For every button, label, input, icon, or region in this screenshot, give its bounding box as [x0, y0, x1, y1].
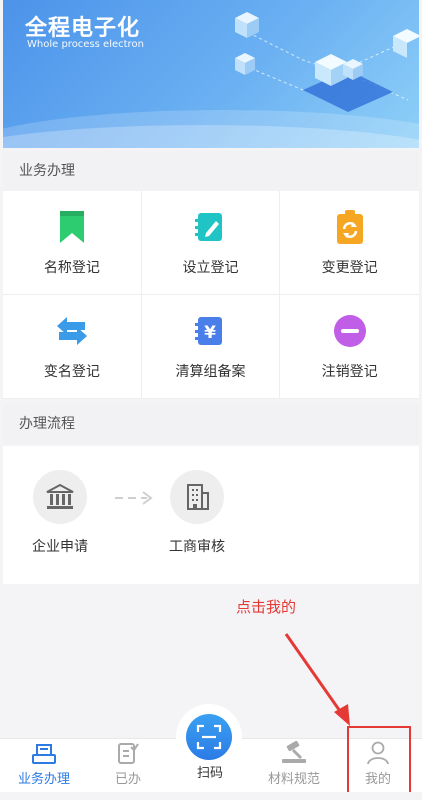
scan-button[interactable]	[176, 704, 242, 770]
notebook-edit-icon	[192, 209, 228, 245]
tab-done[interactable]: 已办	[88, 739, 168, 793]
service-liquidation-filing[interactable]: ¥ 清算组备案	[141, 295, 281, 399]
banner-subtitle: Whole process electron	[27, 39, 144, 50]
section-header-business: 业务办理	[3, 151, 419, 191]
service-grid: 名称登记 设立登记 变更登记 变名登记 ¥ 清算组备案 注销登记	[3, 191, 419, 399]
annotation-arrow	[284, 633, 350, 726]
bank-icon	[33, 470, 87, 524]
service-label: 名称登记	[43, 259, 100, 276]
flow-step-label: 企业申请	[32, 539, 88, 555]
tab-label: 已办	[114, 772, 141, 787]
service-label: 设立登记	[182, 259, 239, 276]
minus-circle-icon	[332, 313, 368, 349]
bookmark-icon	[54, 209, 90, 245]
tab-label: 业务办理	[17, 772, 70, 787]
flow-arrow-icon	[115, 491, 153, 505]
annotation-hint: 点击我的	[236, 598, 297, 616]
flow-step-label: 工商审核	[169, 539, 225, 555]
yen-ledger-icon: ¥	[192, 313, 228, 349]
scan-label: 扫码	[196, 766, 223, 781]
hero-banner: 全程电子化 Whole process electron	[3, 0, 419, 148]
annotation-highlight-box	[347, 726, 411, 798]
flow-step-commerce-review: 工商审核	[157, 470, 237, 556]
service-label: 清算组备案	[175, 363, 246, 380]
service-label: 变名登记	[43, 363, 100, 380]
bottom-spacer	[0, 792, 422, 800]
service-label: 变更登记	[321, 259, 378, 276]
done-tab-icon	[118, 743, 139, 764]
tab-material-standards[interactable]: 材料规范	[254, 739, 334, 793]
gavel-icon	[282, 741, 306, 763]
service-change-registration[interactable]: 变更登记	[280, 191, 419, 295]
tab-business[interactable]: 业务办理	[4, 739, 84, 793]
swap-arrows-icon	[54, 313, 90, 349]
banner-title: 全程电子化	[25, 16, 141, 41]
clipboard-refresh-icon	[332, 209, 368, 245]
service-name-registration[interactable]: 名称登记	[3, 191, 142, 295]
business-tab-icon	[32, 744, 56, 764]
tab-label: 材料规范	[267, 772, 320, 787]
process-flow: 企业申请 工商审核	[3, 446, 419, 584]
section-header-process: 办理流程	[3, 404, 419, 444]
service-rename-registration[interactable]: 变名登记	[3, 295, 142, 399]
service-establish-registration[interactable]: 设立登记	[141, 191, 281, 295]
flow-step-enterprise-apply: 企业申请	[20, 470, 100, 556]
office-building-icon	[170, 470, 224, 524]
svg-text:¥: ¥	[205, 323, 217, 343]
service-label: 注销登记	[321, 363, 378, 380]
scan-icon	[186, 714, 232, 760]
service-cancellation-registration[interactable]: 注销登记	[280, 295, 419, 399]
